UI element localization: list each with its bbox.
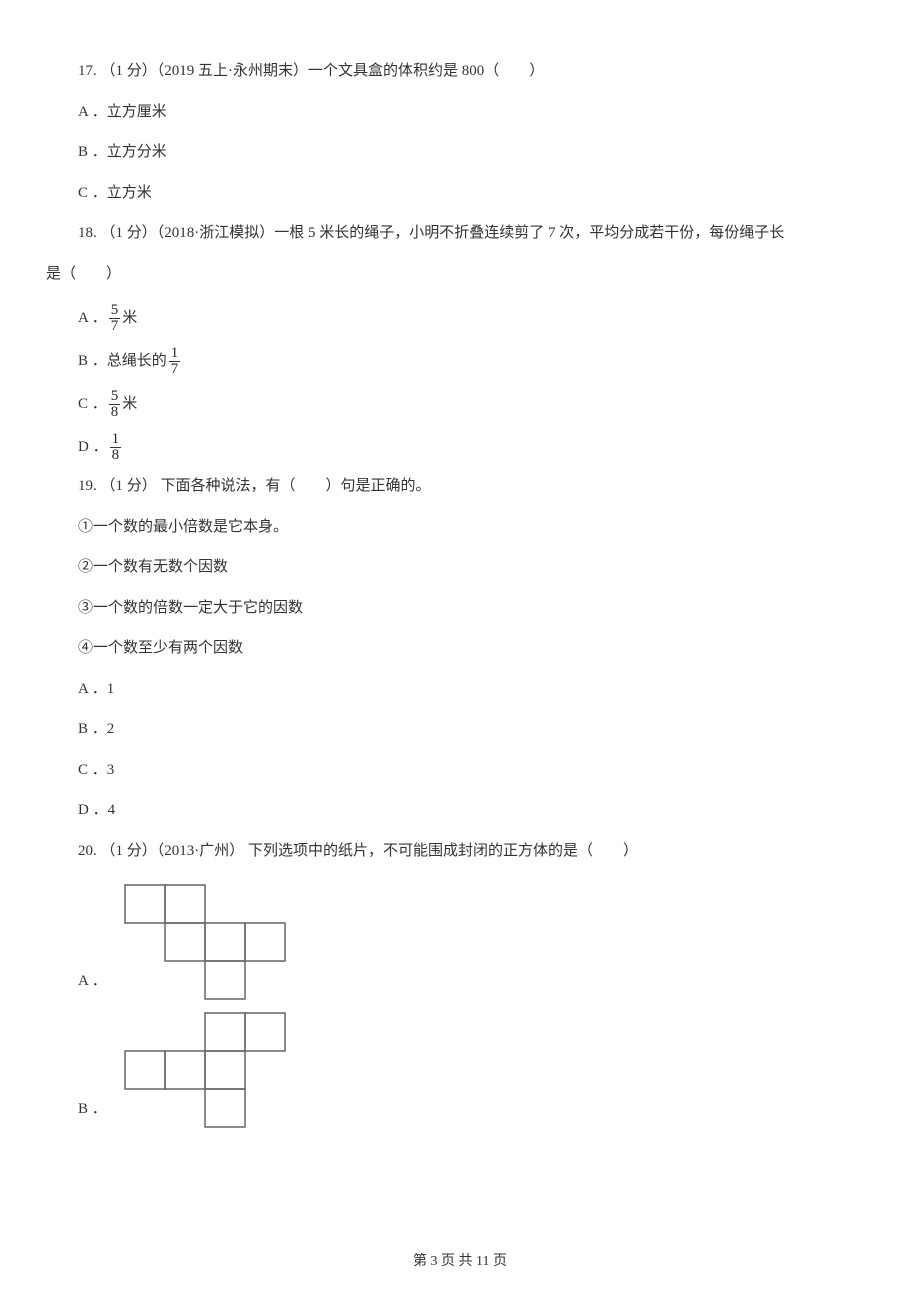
q18-option-c-fraction: 5 8 xyxy=(109,389,121,420)
fraction-denominator: 7 xyxy=(169,362,181,377)
fraction-denominator: 8 xyxy=(110,448,122,463)
q18-option-c-prefix: C ． xyxy=(78,393,107,416)
q18-option-d-fraction: 1 8 xyxy=(110,432,122,463)
fraction-denominator: 8 xyxy=(109,405,121,420)
fraction-denominator: 7 xyxy=(109,319,121,334)
q20-option-b: B ． xyxy=(78,1008,880,1128)
q18-option-d: D ． 1 8 xyxy=(78,432,880,463)
fraction-numerator: 1 xyxy=(110,432,122,448)
q20-stem: 20. （1 分）（2013·广州） 下列选项中的纸片，不可能围成封闭的正方体的… xyxy=(78,840,880,863)
q18-option-b: B ．总绳长的 1 7 xyxy=(78,346,880,377)
q19-statement-4: ④一个数至少有两个因数 xyxy=(78,637,880,660)
q18-option-d-prefix: D ． xyxy=(78,436,108,459)
fraction-numerator: 1 xyxy=(169,346,181,362)
q19-option-a: A ．1 xyxy=(78,678,880,701)
q19-statement-3: ③一个数的倍数一定大于它的因数 xyxy=(78,597,880,620)
q17-option-c: C ．立方米 xyxy=(78,182,880,205)
q19-stem: 19. （1 分） 下面各种说法，有（ ）句是正确的。 xyxy=(78,475,880,498)
q19-option-b: B ．2 xyxy=(78,718,880,741)
q18-stem-part1: 18. （1 分）（2018·浙江模拟）一根 5 米长的绳子，小明不折叠连续剪了… xyxy=(78,222,880,245)
q18-option-a-prefix: A ． xyxy=(78,307,107,330)
q18-option-c-suffix: 米 xyxy=(122,393,137,416)
q18-stem-part2: 是（ ） xyxy=(46,263,880,286)
q18-option-b-fraction: 1 7 xyxy=(169,346,181,377)
q18-option-b-prefix: B ．总绳长的 xyxy=(78,350,167,373)
q18-option-a-fraction: 5 7 xyxy=(109,303,121,334)
page-footer: 第 3 页 共 11 页 xyxy=(0,1251,920,1272)
q20-option-b-label: B ． xyxy=(78,1098,107,1129)
q19-statement-1: ①一个数的最小倍数是它本身。 xyxy=(78,516,880,539)
q20-option-a-label: A ． xyxy=(78,970,107,1001)
q19-option-d: D ．4 xyxy=(78,799,880,822)
q17-option-a: A ．立方厘米 xyxy=(78,101,880,124)
cube-net-a-icon xyxy=(115,880,325,1000)
q18-option-a-suffix: 米 xyxy=(122,307,137,330)
cube-net-b-icon xyxy=(115,1008,325,1128)
q20-option-a: A ． xyxy=(78,880,880,1000)
q19-option-c: C ．3 xyxy=(78,759,880,782)
fraction-numerator: 5 xyxy=(109,389,121,405)
fraction-numerator: 5 xyxy=(109,303,121,319)
q18-option-a: A ． 5 7 米 xyxy=(78,303,880,334)
q17-option-b: B ．立方分米 xyxy=(78,141,880,164)
q17-stem: 17. （1 分）（2019 五上·永州期末）一个文具盒的体积约是 800（ ） xyxy=(78,60,880,83)
q19-statement-2: ②一个数有无数个因数 xyxy=(78,556,880,579)
q18-option-c: C ． 5 8 米 xyxy=(78,389,880,420)
